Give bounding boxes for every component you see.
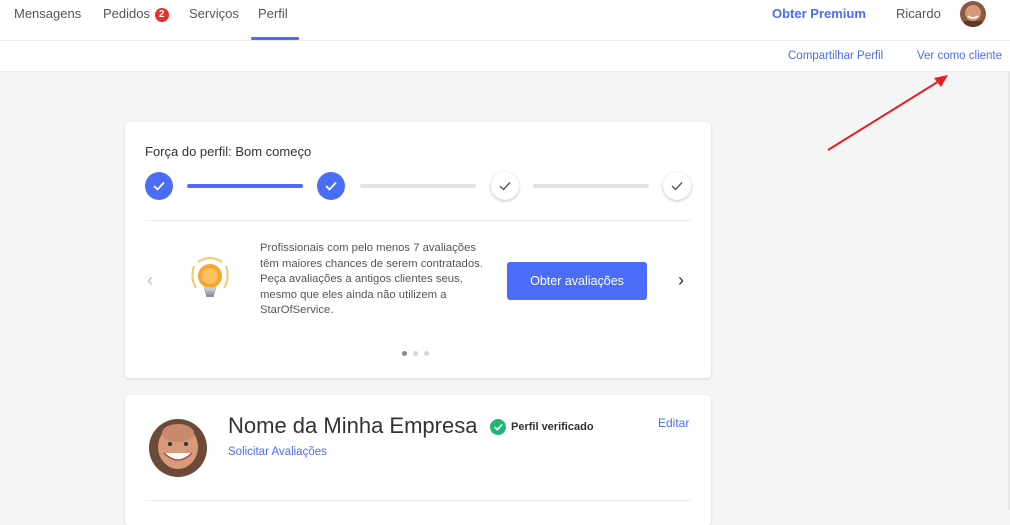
lightbulb-icon (188, 256, 232, 311)
edit-link[interactable]: Editar (658, 416, 689, 430)
get-reviews-button[interactable]: Obter avaliações (507, 262, 647, 300)
user-name[interactable]: Ricardo (896, 6, 941, 21)
card-divider (145, 500, 691, 501)
carousel-dot[interactable] (413, 351, 418, 356)
share-profile-link[interactable]: Compartilhar Perfil (788, 50, 883, 62)
nav-services[interactable]: Serviços (189, 6, 239, 21)
view-as-client-link[interactable]: Ver como cliente (917, 50, 1002, 62)
nav-profile[interactable]: Perfil (258, 6, 288, 21)
profile-subnav: Compartilhar Perfil Ver como cliente (0, 41, 1010, 72)
nav-messages[interactable]: Mensagens (14, 6, 81, 21)
orders-count-badge: 2 (154, 8, 169, 22)
step-1-check-icon (145, 172, 173, 200)
verified-badge: Perfil verificado (490, 419, 594, 435)
active-tab-indicator (251, 37, 299, 40)
company-avatar[interactable] (149, 419, 207, 477)
nav-orders[interactable]: Pedidos 2 (103, 6, 169, 22)
profile-strength-card: Força do perfil: Bom começo ‹ Profission… (125, 122, 711, 378)
carousel-dots (402, 351, 429, 356)
profile-strength-title: Força do perfil: Bom começo (145, 144, 312, 159)
carousel-dot[interactable] (402, 351, 407, 356)
step-2-check-icon (317, 172, 345, 200)
verified-label: Perfil verificado (511, 421, 594, 433)
top-navigation: Mensagens Pedidos 2 Serviços Perfil Obte… (0, 0, 1010, 41)
annotation-arrow (827, 75, 948, 151)
progress-bar-2 (360, 184, 476, 188)
progress-bar-1 (187, 184, 303, 188)
carousel-prev-icon[interactable]: ‹ (147, 270, 153, 291)
get-premium-link[interactable]: Obter Premium (772, 6, 866, 21)
user-avatar[interactable] (960, 1, 986, 27)
company-profile-card: Nome da Minha Empresa Perfil verificado … (125, 395, 711, 525)
nav-orders-label: Pedidos (103, 6, 150, 21)
verified-check-icon (490, 419, 506, 435)
carousel-dot[interactable] (424, 351, 429, 356)
step-4-check-icon (663, 172, 691, 200)
carousel-next-icon[interactable]: › (678, 270, 684, 291)
card-divider (145, 220, 691, 221)
progress-bar-3 (533, 184, 649, 188)
company-name: Nome da Minha Empresa (228, 413, 478, 438)
step-3-check-icon (491, 172, 519, 200)
request-reviews-link[interactable]: Solicitar Avaliações (228, 446, 327, 458)
tip-text: Profissionais com pelo menos 7 avaliaçõe… (260, 242, 483, 316)
